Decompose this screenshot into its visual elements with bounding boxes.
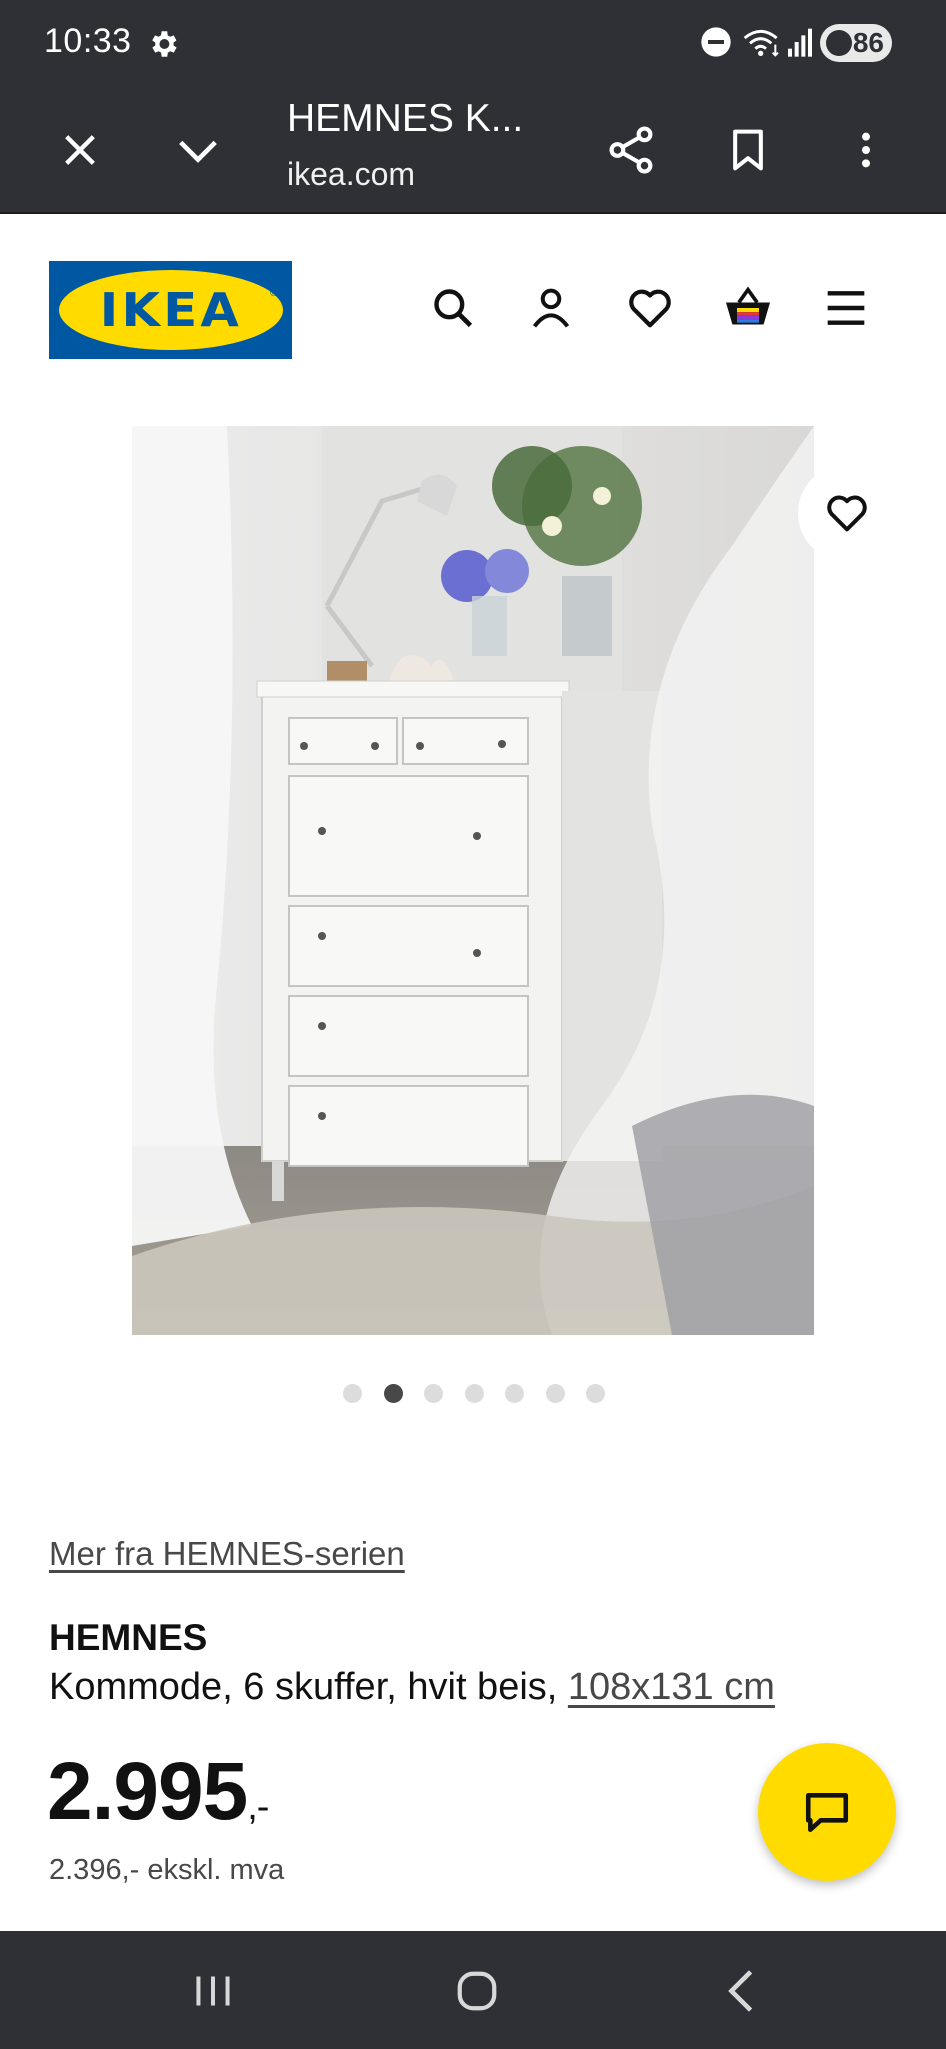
page-title: HEMNES K... [287,97,524,140]
logo-text: IKEA [99,283,242,337]
share-icon [609,126,653,174]
system-navigation-bar [0,1931,946,2049]
carousel-dot[interactable] [505,1383,524,1403]
carousel-indicator [343,1383,605,1403]
back-button[interactable] [706,1961,776,2021]
cart-button[interactable] [716,276,780,340]
price-excl-vat: 2.396,- ekskl. mva [49,1854,285,1886]
recents-button[interactable] [178,1961,248,2021]
close-icon [65,135,95,165]
bookmark-icon [733,129,763,171]
status-time: 10:33 [44,22,132,60]
ikea-logo[interactable]: IKEA ® [49,261,292,359]
product-description: Kommode, 6 skuffer, hvit beis, 108x131 c… [49,1666,775,1709]
product-dimensions-link[interactable]: 108x131 cm [568,1666,775,1708]
profile-button[interactable] [519,276,583,340]
status-bar: 10:33 86 [0,0,946,88]
heart-icon [629,289,671,328]
carousel-dot[interactable] [343,1383,362,1403]
battery-level: 86 [852,27,884,58]
share-button[interactable] [596,114,668,186]
carousel-dot[interactable] [464,1383,484,1403]
chat-icon [805,1793,849,1832]
minimize-button[interactable] [162,114,234,186]
series-link[interactable]: Mer fra HEMNES-serien [49,1535,405,1573]
hamburger-menu-icon [827,291,865,325]
profile-icon [532,288,570,328]
dresser-illustration [132,426,814,1335]
price-value: 2.995 [47,1746,248,1837]
carousel-dot[interactable] [383,1383,403,1403]
wifi-icon [743,29,779,57]
carousel-dot[interactable] [586,1383,605,1403]
page-url[interactable]: ikea.com [287,155,415,193]
browser-toolbar: HEMNES K... ikea.com [0,88,946,214]
recents-icon [196,1976,230,2006]
menu-button[interactable] [814,276,878,340]
back-icon [728,1970,753,2012]
bookmark-button[interactable] [712,114,784,186]
search-button[interactable] [421,276,485,340]
carousel-dot[interactable] [545,1383,565,1403]
more-options-button[interactable] [830,114,902,186]
gear-icon [152,31,177,57]
basket-icon [726,286,770,325]
heart-icon [827,495,867,532]
product-image[interactable] [132,426,814,1335]
battery-icon: 86 [820,24,892,62]
home-icon [457,1971,497,2011]
chevron-down-icon [179,140,217,163]
toolbar-divider [0,212,946,214]
battery-saver-icon [826,30,852,56]
do-not-disturb-icon [701,27,731,57]
price-suffix: ,- [247,1786,269,1828]
product-description-text: Kommode, 6 skuffer, hvit beis, [49,1666,568,1708]
close-tab-button[interactable] [44,114,116,186]
home-button[interactable] [442,1961,512,2021]
logo-oval: IKEA [58,270,283,350]
more-vert-icon [862,132,870,168]
signal-icon [788,28,812,57]
favourites-button[interactable] [618,276,682,340]
product-price: 2.995,- [47,1745,269,1839]
carousel-dot[interactable] [424,1383,443,1403]
chat-button[interactable] [758,1743,896,1881]
search-icon [434,289,473,328]
product-name: HEMNES [49,1617,208,1658]
logo-registered-mark: ® [269,287,278,299]
add-to-favourites-button[interactable] [798,464,896,562]
